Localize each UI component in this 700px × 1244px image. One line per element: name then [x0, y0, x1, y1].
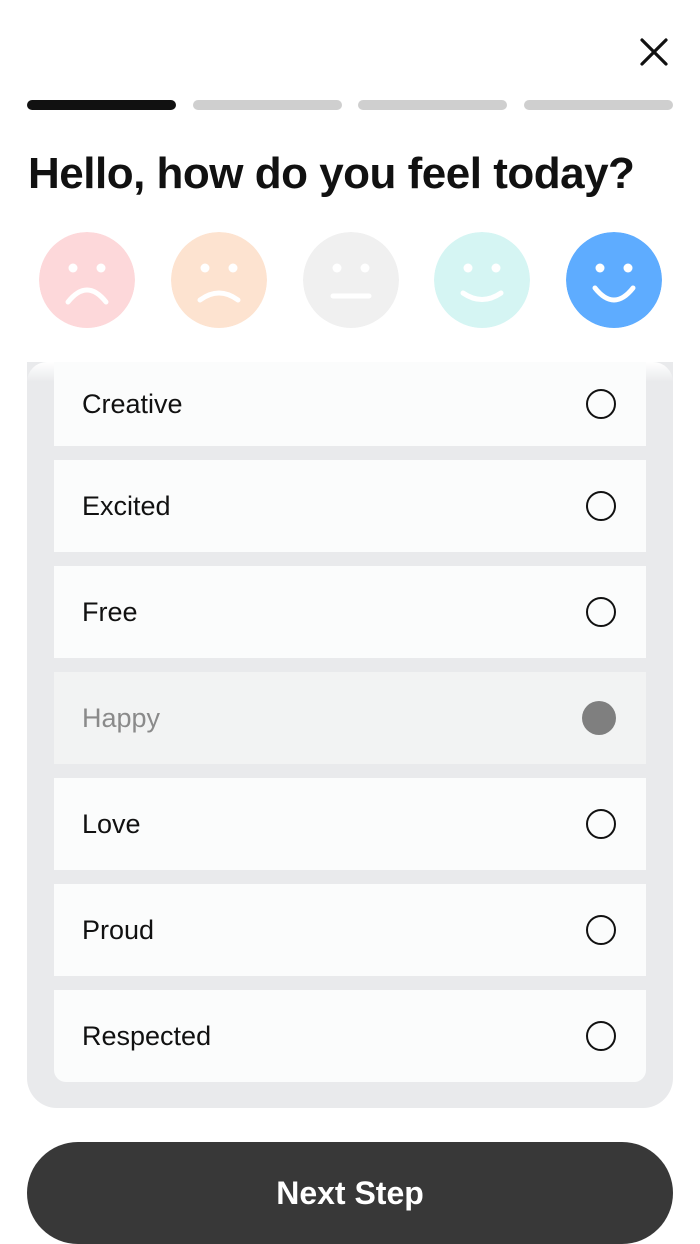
- step-progress-bar: [27, 100, 673, 112]
- option-label: Creative: [82, 388, 183, 419]
- radio-button[interactable]: [586, 1021, 616, 1051]
- option-excited[interactable]: Excited: [54, 460, 646, 552]
- radio-button[interactable]: [586, 809, 616, 839]
- option-free[interactable]: Free: [54, 566, 646, 658]
- radio-button[interactable]: [586, 491, 616, 521]
- option-proud[interactable]: Proud: [54, 884, 646, 976]
- progress-segment-4: [523, 100, 673, 110]
- option-label: Happy: [82, 702, 161, 733]
- very-sad-face-icon[interactable]: [39, 232, 135, 328]
- option-label: Excited: [82, 490, 171, 521]
- page-title: Hello, how do you feel today?: [28, 149, 635, 198]
- neutral-face-icon[interactable]: [302, 232, 399, 328]
- sad-face-icon[interactable]: [170, 232, 267, 328]
- progress-segment-2: [192, 100, 342, 110]
- mood-selector: [39, 232, 662, 328]
- option-label: Free: [82, 596, 138, 627]
- option-love[interactable]: Love: [54, 778, 646, 870]
- progress-segment-1: [27, 100, 176, 110]
- radio-button-checked[interactable]: [582, 701, 616, 735]
- option-happy[interactable]: Happy: [54, 672, 646, 764]
- option-label: Respected: [82, 1020, 212, 1051]
- option-respected[interactable]: Respected: [54, 990, 646, 1082]
- feelings-list: Creative Excited Free Happy Love Proud R…: [27, 362, 673, 1108]
- option-creative[interactable]: Creative: [54, 362, 646, 446]
- radio-button[interactable]: [586, 597, 616, 627]
- option-label: Love: [82, 808, 141, 839]
- close-icon: [640, 38, 668, 66]
- happy-face-icon[interactable]: [434, 232, 531, 328]
- very-happy-face-icon[interactable]: [566, 232, 662, 328]
- close-button[interactable]: [630, 28, 678, 76]
- option-label: Proud: [82, 914, 155, 945]
- radio-button[interactable]: [586, 389, 616, 419]
- next-step-button[interactable]: Next Step: [27, 1142, 673, 1244]
- progress-segment-3: [358, 100, 508, 110]
- radio-button[interactable]: [586, 915, 616, 945]
